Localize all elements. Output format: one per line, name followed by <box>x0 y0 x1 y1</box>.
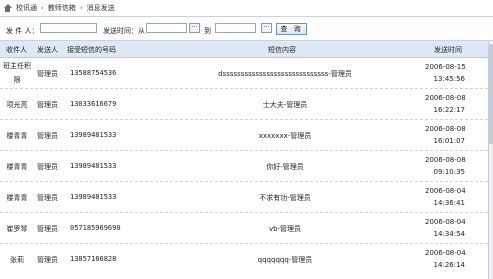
send-date-cell: 2006-08-04 <box>425 249 466 257</box>
send-date-cell: 2006-08-08 <box>425 125 466 133</box>
recipient-cell: 班主任积 <box>3 62 31 70</box>
send-date-cell: 2006-08-15 <box>425 63 466 71</box>
content-cell: 不求有功-管理员 <box>259 194 311 202</box>
send-time-cell: 16:01:07 <box>433 137 465 145</box>
query-button[interactable]: 查 询 <box>276 23 307 35</box>
sender-cell: 管理员 <box>37 256 58 264</box>
recipient-cell: 张莉 <box>10 256 24 264</box>
content-cell: 你好-管理员 <box>266 163 304 171</box>
header-sender: 发送人 <box>37 46 58 54</box>
header-send-time: 发送时间 <box>434 46 462 54</box>
message-table: 收件人 发送人 接受短信的号码 短信内容 发送时间 班主任积 限 管理员 135… <box>0 41 488 274</box>
table-row[interactable]: 班主任积 限 管理员 13588754536 dssssssssssssssss… <box>0 58 488 89</box>
sender-label: 发 件 人： <box>6 27 39 35</box>
send-time-cell: 14:26:14 <box>433 261 465 269</box>
phone-cell: 057185969690 <box>70 224 121 232</box>
recipient-cell: 楼青青 <box>6 163 28 171</box>
sender-cell: 管理员 <box>37 225 58 233</box>
header-recipient: 收件人 <box>6 46 27 54</box>
phone-cell: 13857186828 <box>70 255 117 263</box>
breadcrumb-separator-icon: › <box>79 4 83 12</box>
recipient-cell: 项光亮 <box>6 101 28 109</box>
phone-cell: 13989481533 <box>70 131 117 139</box>
end-date-picker-button[interactable]: ··· <box>261 23 272 33</box>
breadcrumb-item-teacher-mailbox[interactable]: 教师信箱 <box>48 3 76 13</box>
content-cell: xxxxxxx-管理员 <box>258 132 312 140</box>
send-time-cell: 14:36:41 <box>433 199 465 207</box>
home-icon <box>3 3 12 13</box>
sender-cell: 管理员 <box>37 132 58 140</box>
send-time-cell: 14:34:54 <box>433 230 465 238</box>
content-cell: dsssssssssssssssssssssssssssss-管理员 <box>218 70 352 78</box>
start-date-input[interactable] <box>146 23 187 33</box>
header-content: 短信内容 <box>268 46 296 54</box>
recipient-cell: 楼青青 <box>6 132 28 140</box>
sender-input[interactable] <box>40 23 97 33</box>
table-row[interactable]: 楼青青 管理员 13989481533 xxxxxxx-管理员 2006-08-… <box>0 120 488 151</box>
sender-cell: 管理员 <box>37 70 58 78</box>
scrollbar-thumb[interactable] <box>489 44 493 144</box>
breadcrumb-item-xiaoxuntong[interactable]: 校讯通 <box>16 3 37 13</box>
search-bar: 发 件 人： 发送时间：从 ··· 到 ··· 查 询 <box>0 17 493 41</box>
content-cell: qqqqqqq-管理员 <box>257 256 313 264</box>
send-date-cell: 2006-08-08 <box>425 94 466 102</box>
table-row[interactable]: 楼青青 管理员 13989481533 不求有功-管理员 2006-08-04 … <box>0 182 488 213</box>
send-date-cell: 2006-08-08 <box>425 156 466 164</box>
content-cell: vb-管理员 <box>268 225 302 233</box>
table-row[interactable]: 楼青青 管理员 13989481533 你好-管理员 2006-08-08 09… <box>0 151 488 182</box>
content-cell: 士大夫-管理员 <box>262 101 308 109</box>
send-date-cell: 2006-08-04 <box>425 187 466 195</box>
header-phone: 接受短信的号码 <box>67 46 116 54</box>
sender-cell: 管理员 <box>37 194 58 202</box>
recipient-cell-continued: 限 <box>13 76 21 84</box>
table-row[interactable]: 项光亮 管理员 13033616679 士大夫-管理员 2006-08-08 1… <box>0 89 488 120</box>
end-date-input[interactable] <box>215 23 256 33</box>
table-row[interactable]: 崔罗琴 管理员 057185969690 vb-管理员 2006-08-04 1… <box>0 213 488 244</box>
phone-cell: 13989481533 <box>70 193 117 201</box>
send-time-cell: 09:10:35 <box>433 168 465 176</box>
sender-cell: 管理员 <box>37 101 58 109</box>
to-label: 到 <box>204 27 211 35</box>
phone-cell: 13588754536 <box>70 69 117 77</box>
phone-cell: 13989481533 <box>70 162 117 170</box>
breadcrumb-item-message-send: 消息发送 <box>86 4 115 12</box>
send-time-from-label: 发送时间：从 <box>103 27 145 35</box>
send-time-cell: 16:22:17 <box>433 106 465 114</box>
send-time-cell: 13:45:56 <box>433 75 465 83</box>
phone-cell: 13033616679 <box>70 100 117 108</box>
table-header: 收件人 发送人 接受短信的号码 短信内容 发送时间 <box>0 41 488 58</box>
send-date-cell: 2006-08-04 <box>425 218 466 226</box>
recipient-cell: 崔罗琴 <box>6 225 28 233</box>
breadcrumb-separator-icon: › <box>41 4 44 12</box>
sender-cell: 管理员 <box>37 163 58 171</box>
recipient-cell: 楼青青 <box>6 194 28 202</box>
table-row[interactable]: 张莉 管理员 13857186828 qqqqqqq-管理员 2006-08-0… <box>0 244 488 274</box>
vertical-scrollbar[interactable] <box>488 41 493 279</box>
breadcrumb: 校讯通 › 教师信箱 › 消息发送 <box>0 0 493 17</box>
start-date-picker-button[interactable]: ··· <box>189 23 200 33</box>
